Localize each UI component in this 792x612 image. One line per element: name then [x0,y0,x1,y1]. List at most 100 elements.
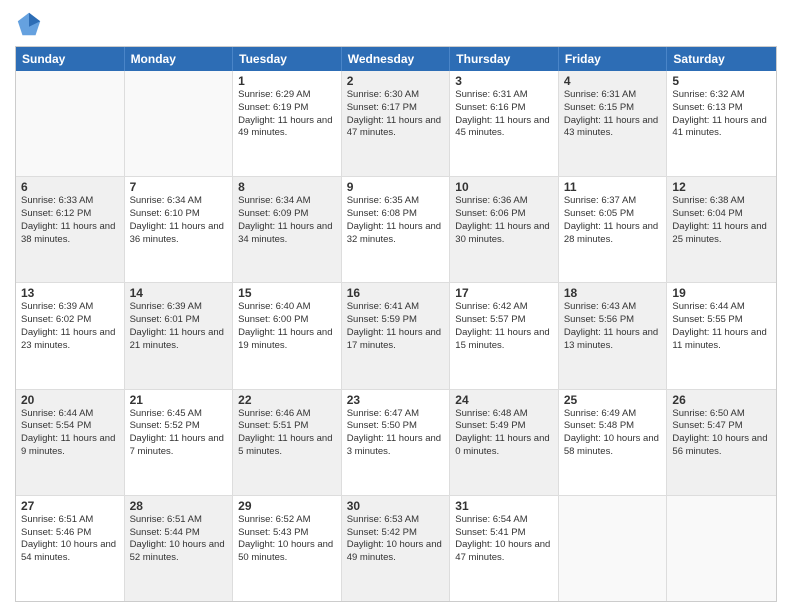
day-number: 3 [455,74,553,88]
daylight-text: Daylight: 11 hours and 11 minutes. [672,327,771,353]
sunset-text: Sunset: 5:49 PM [455,420,553,433]
sunrise-text: Sunrise: 6:29 AM [238,89,336,102]
daylight-text: Daylight: 11 hours and 17 minutes. [347,327,445,353]
sunset-text: Sunset: 5:54 PM [21,420,119,433]
day-number: 16 [347,286,445,300]
sunrise-text: Sunrise: 6:45 AM [130,408,228,421]
calendar-cell [667,496,776,601]
daylight-text: Daylight: 11 hours and 0 minutes. [455,433,553,459]
calendar-cell: 30Sunrise: 6:53 AMSunset: 5:42 PMDayligh… [342,496,451,601]
day-number: 7 [130,180,228,194]
calendar-cell: 17Sunrise: 6:42 AMSunset: 5:57 PMDayligh… [450,283,559,388]
day-number: 12 [672,180,771,194]
daylight-text: Daylight: 11 hours and 28 minutes. [564,221,662,247]
calendar-row-0: 1Sunrise: 6:29 AMSunset: 6:19 PMDaylight… [16,71,776,176]
sunrise-text: Sunrise: 6:35 AM [347,195,445,208]
sunset-text: Sunset: 5:55 PM [672,314,771,327]
calendar-cell: 15Sunrise: 6:40 AMSunset: 6:00 PMDayligh… [233,283,342,388]
calendar-cell: 24Sunrise: 6:48 AMSunset: 5:49 PMDayligh… [450,390,559,495]
day-number: 22 [238,393,336,407]
day-number: 11 [564,180,662,194]
sunrise-text: Sunrise: 6:44 AM [21,408,119,421]
day-number: 26 [672,393,771,407]
calendar-header: SundayMondayTuesdayWednesdayThursdayFrid… [16,47,776,71]
calendar-cell: 3Sunrise: 6:31 AMSunset: 6:16 PMDaylight… [450,71,559,176]
daylight-text: Daylight: 10 hours and 58 minutes. [564,433,662,459]
calendar-cell: 28Sunrise: 6:51 AMSunset: 5:44 PMDayligh… [125,496,234,601]
calendar-cell: 27Sunrise: 6:51 AMSunset: 5:46 PMDayligh… [16,496,125,601]
day-number: 24 [455,393,553,407]
sunrise-text: Sunrise: 6:34 AM [238,195,336,208]
daylight-text: Daylight: 11 hours and 47 minutes. [347,115,445,141]
calendar-cell [559,496,668,601]
daylight-text: Daylight: 11 hours and 38 minutes. [21,221,119,247]
logo-icon [15,10,43,38]
sunrise-text: Sunrise: 6:54 AM [455,514,553,527]
calendar-cell: 22Sunrise: 6:46 AMSunset: 5:51 PMDayligh… [233,390,342,495]
sunset-text: Sunset: 6:00 PM [238,314,336,327]
calendar-cell: 1Sunrise: 6:29 AMSunset: 6:19 PMDaylight… [233,71,342,176]
daylight-text: Daylight: 11 hours and 36 minutes. [130,221,228,247]
day-number: 18 [564,286,662,300]
daylight-text: Daylight: 11 hours and 23 minutes. [21,327,119,353]
daylight-text: Daylight: 11 hours and 9 minutes. [21,433,119,459]
sunset-text: Sunset: 6:06 PM [455,208,553,221]
header-day-wednesday: Wednesday [342,47,451,71]
sunrise-text: Sunrise: 6:31 AM [455,89,553,102]
day-number: 15 [238,286,336,300]
sunset-text: Sunset: 6:12 PM [21,208,119,221]
daylight-text: Daylight: 11 hours and 7 minutes. [130,433,228,459]
daylight-text: Daylight: 11 hours and 13 minutes. [564,327,662,353]
calendar-cell: 20Sunrise: 6:44 AMSunset: 5:54 PMDayligh… [16,390,125,495]
calendar-cell: 8Sunrise: 6:34 AMSunset: 6:09 PMDaylight… [233,177,342,282]
calendar-row-4: 27Sunrise: 6:51 AMSunset: 5:46 PMDayligh… [16,495,776,601]
sunrise-text: Sunrise: 6:37 AM [564,195,662,208]
day-number: 19 [672,286,771,300]
daylight-text: Daylight: 11 hours and 3 minutes. [347,433,445,459]
sunrise-text: Sunrise: 6:40 AM [238,301,336,314]
calendar-cell: 16Sunrise: 6:41 AMSunset: 5:59 PMDayligh… [342,283,451,388]
sunrise-text: Sunrise: 6:48 AM [455,408,553,421]
calendar-cell: 4Sunrise: 6:31 AMSunset: 6:15 PMDaylight… [559,71,668,176]
calendar-cell: 9Sunrise: 6:35 AMSunset: 6:08 PMDaylight… [342,177,451,282]
sunrise-text: Sunrise: 6:47 AM [347,408,445,421]
header [15,10,777,38]
sunset-text: Sunset: 5:42 PM [347,527,445,540]
calendar-cell: 11Sunrise: 6:37 AMSunset: 6:05 PMDayligh… [559,177,668,282]
daylight-text: Daylight: 11 hours and 32 minutes. [347,221,445,247]
daylight-text: Daylight: 11 hours and 41 minutes. [672,115,771,141]
daylight-text: Daylight: 11 hours and 19 minutes. [238,327,336,353]
sunset-text: Sunset: 5:41 PM [455,527,553,540]
calendar-cell: 7Sunrise: 6:34 AMSunset: 6:10 PMDaylight… [125,177,234,282]
sunset-text: Sunset: 5:46 PM [21,527,119,540]
sunset-text: Sunset: 6:02 PM [21,314,119,327]
daylight-text: Daylight: 10 hours and 49 minutes. [347,539,445,565]
day-number: 6 [21,180,119,194]
sunrise-text: Sunrise: 6:51 AM [21,514,119,527]
sunset-text: Sunset: 6:15 PM [564,102,662,115]
calendar-cell: 10Sunrise: 6:36 AMSunset: 6:06 PMDayligh… [450,177,559,282]
sunrise-text: Sunrise: 6:44 AM [672,301,771,314]
day-number: 1 [238,74,336,88]
day-number: 29 [238,499,336,513]
sunrise-text: Sunrise: 6:46 AM [238,408,336,421]
sunrise-text: Sunrise: 6:53 AM [347,514,445,527]
sunrise-text: Sunrise: 6:51 AM [130,514,228,527]
calendar-cell: 13Sunrise: 6:39 AMSunset: 6:02 PMDayligh… [16,283,125,388]
sunset-text: Sunset: 5:50 PM [347,420,445,433]
calendar-cell: 23Sunrise: 6:47 AMSunset: 5:50 PMDayligh… [342,390,451,495]
sunrise-text: Sunrise: 6:43 AM [564,301,662,314]
calendar-row-1: 6Sunrise: 6:33 AMSunset: 6:12 PMDaylight… [16,176,776,282]
daylight-text: Daylight: 10 hours and 47 minutes. [455,539,553,565]
day-number: 23 [347,393,445,407]
daylight-text: Daylight: 11 hours and 49 minutes. [238,115,336,141]
day-number: 30 [347,499,445,513]
daylight-text: Daylight: 10 hours and 56 minutes. [672,433,771,459]
calendar-cell [16,71,125,176]
calendar-body: 1Sunrise: 6:29 AMSunset: 6:19 PMDaylight… [16,71,776,601]
sunrise-text: Sunrise: 6:33 AM [21,195,119,208]
sunset-text: Sunset: 6:16 PM [455,102,553,115]
day-number: 27 [21,499,119,513]
calendar-cell: 14Sunrise: 6:39 AMSunset: 6:01 PMDayligh… [125,283,234,388]
day-number: 20 [21,393,119,407]
